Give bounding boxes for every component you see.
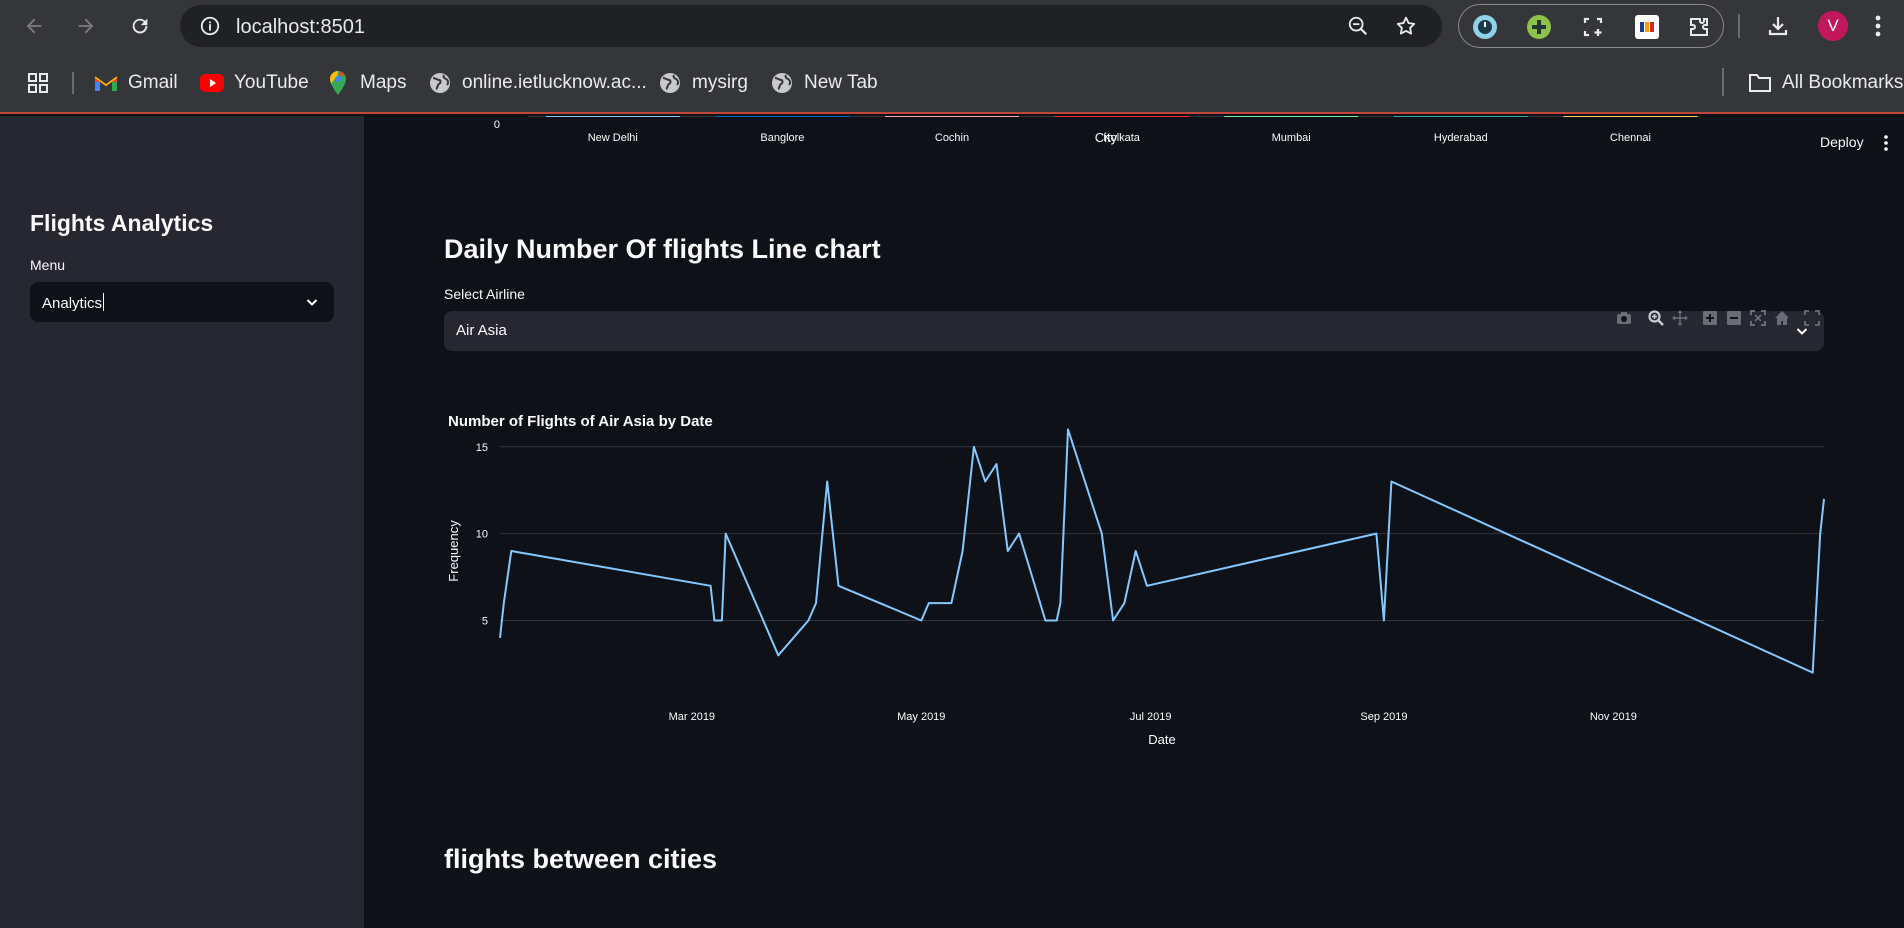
bar-hyderabad[interactable] xyxy=(1393,116,1528,117)
line-chart-xlabel: Date xyxy=(1148,732,1175,747)
bar-tick-label: Mumbai xyxy=(1272,132,1311,144)
bookmark-new-tab[interactable]: New Tab xyxy=(770,70,878,96)
toolbar-divider xyxy=(1738,14,1740,38)
capture-extension-icon[interactable] xyxy=(1579,13,1607,41)
all-bookmarks-button[interactable]: All Bookmarks xyxy=(1748,70,1903,96)
site-info-icon[interactable] xyxy=(198,14,222,38)
profile-avatar[interactable]: V xyxy=(1818,11,1848,41)
line-chart-ylabel: Frequency xyxy=(446,520,461,582)
zoom-out-icon[interactable] xyxy=(1727,311,1741,325)
bookmark-maps[interactable]: Maps xyxy=(326,70,406,96)
bookmarks-divider-right xyxy=(1722,68,1724,96)
bar-mumbai[interactable] xyxy=(1224,116,1359,117)
browser-window: localhost:8501 V Gmail YouTube Maps onli… xyxy=(0,0,1904,928)
app-menu-kebab-icon[interactable] xyxy=(1880,134,1892,152)
kebab-menu-icon xyxy=(1875,15,1881,37)
y-tick-label: 15 xyxy=(476,442,488,454)
bar-tick-label: Banglore xyxy=(760,132,804,144)
reset-axes-home-icon[interactable] xyxy=(1775,311,1789,325)
line-series[interactable] xyxy=(499,428,1825,674)
clock-extension-icon[interactable] xyxy=(1471,13,1499,41)
flag-extension-icon[interactable] xyxy=(1633,13,1661,41)
y-tick-label: 10 xyxy=(476,529,488,541)
flights-between-cities-heading: flights between cities xyxy=(444,844,718,874)
autoscale-icon[interactable] xyxy=(1750,310,1766,326)
chart-modebar xyxy=(1617,310,1820,326)
menu-select[interactable]: Analytics xyxy=(30,282,334,322)
x-tick-label: Sep 2019 xyxy=(1360,711,1407,723)
pan-icon[interactable] xyxy=(1672,310,1688,326)
maps-icon xyxy=(326,71,350,95)
app-sidebar: Flights Analytics Menu Analytics xyxy=(0,116,364,928)
main-content: 0 New Delhi Banglore Cochin Kolkata Mumbai Hy… xyxy=(364,116,1904,928)
x-tick-label: Mar 2019 xyxy=(669,711,715,723)
browser-menu-button[interactable] xyxy=(1860,8,1896,44)
chevron-down-icon xyxy=(306,299,318,306)
bar-tick-label: New Delhi xyxy=(588,132,638,144)
address-bar[interactable]: localhost:8501 xyxy=(180,5,1442,47)
globe-icon xyxy=(658,71,682,95)
apps-button[interactable] xyxy=(26,70,50,96)
globe-icon xyxy=(428,71,452,95)
gmail-icon xyxy=(94,71,118,95)
bar-banglore[interactable] xyxy=(715,116,850,117)
menu-label: Menu xyxy=(30,257,66,273)
line-chart-heading: Daily Number Of flights Line chart xyxy=(444,234,881,264)
x-tick-label: May 2019 xyxy=(897,711,945,723)
back-button[interactable] xyxy=(16,8,52,44)
y-tick-label: 5 xyxy=(482,616,488,628)
folder-icon xyxy=(1748,71,1772,95)
url-text[interactable]: localhost:8501 xyxy=(236,16,365,39)
fullscreen-icon[interactable] xyxy=(1804,310,1820,326)
forward-arrow-icon xyxy=(78,18,94,34)
bookmarks-bar: Gmail YouTube Maps online.ietlucknow.ac.… xyxy=(0,52,1904,114)
camera-icon[interactable] xyxy=(1617,312,1631,324)
deploy-button[interactable]: Deploy xyxy=(1820,134,1864,150)
bar-tick-label: Cochin xyxy=(935,132,969,144)
city-bar-chart: 0 New Delhi Banglore Cochin Kolkata Mumbai Hy… xyxy=(494,116,1700,145)
plus-extension-icon[interactable] xyxy=(1525,13,1553,41)
forward-button[interactable] xyxy=(68,8,104,44)
zoom-icon[interactable] xyxy=(1346,14,1370,38)
zoom-in-icon[interactable] xyxy=(1703,311,1717,325)
bar-kolkata[interactable] xyxy=(1054,116,1189,117)
x-tick-label: Nov 2019 xyxy=(1590,711,1637,723)
sidebar-title: Flights Analytics xyxy=(30,210,214,236)
globe-icon xyxy=(770,71,794,95)
select-airline-label: Select Airline xyxy=(444,286,525,302)
downloads-button[interactable] xyxy=(1760,8,1796,44)
apps-grid-icon xyxy=(26,71,50,95)
bar-cochin[interactable] xyxy=(885,116,1019,117)
extensions-puzzle-icon[interactable] xyxy=(1685,13,1713,41)
download-icon xyxy=(1768,17,1788,36)
bookmark-youtube[interactable]: YouTube xyxy=(200,70,309,96)
reload-button[interactable] xyxy=(122,8,158,44)
airline-select-value: Air Asia xyxy=(456,322,507,339)
reload-icon xyxy=(132,18,148,34)
bookmark-mysirg[interactable]: mysirg xyxy=(658,70,748,96)
bar-new-delhi[interactable] xyxy=(545,116,680,117)
bar-tick-label: Hyderabad xyxy=(1434,132,1488,144)
browser-toolbar: localhost:8501 V xyxy=(0,0,1904,52)
youtube-icon xyxy=(200,71,224,95)
bar-tick-label: Chennai xyxy=(1610,132,1651,144)
bar-chart-y-tick: 0 xyxy=(494,119,500,131)
menu-select-value: Analytics xyxy=(42,293,105,312)
back-arrow-icon xyxy=(26,18,42,34)
bookmark-gmail[interactable]: Gmail xyxy=(94,70,178,96)
bar-chart-xlabel: City xyxy=(1095,130,1118,145)
bookmark-star-icon[interactable] xyxy=(1394,14,1418,38)
extensions-group xyxy=(1458,4,1724,48)
bar-chennai[interactable] xyxy=(1563,116,1698,117)
zoom-icon[interactable] xyxy=(1648,310,1664,326)
bookmark-ietlucknow[interactable]: online.ietlucknow.ac... xyxy=(428,70,647,96)
daily-flights-line-chart: Number of Flights of Air Asia by Date 5 1… xyxy=(446,413,1825,747)
bookmarks-divider xyxy=(72,72,74,94)
line-chart-title: Number of Flights of Air Asia by Date xyxy=(448,413,713,430)
x-tick-label: Jul 2019 xyxy=(1130,711,1172,723)
